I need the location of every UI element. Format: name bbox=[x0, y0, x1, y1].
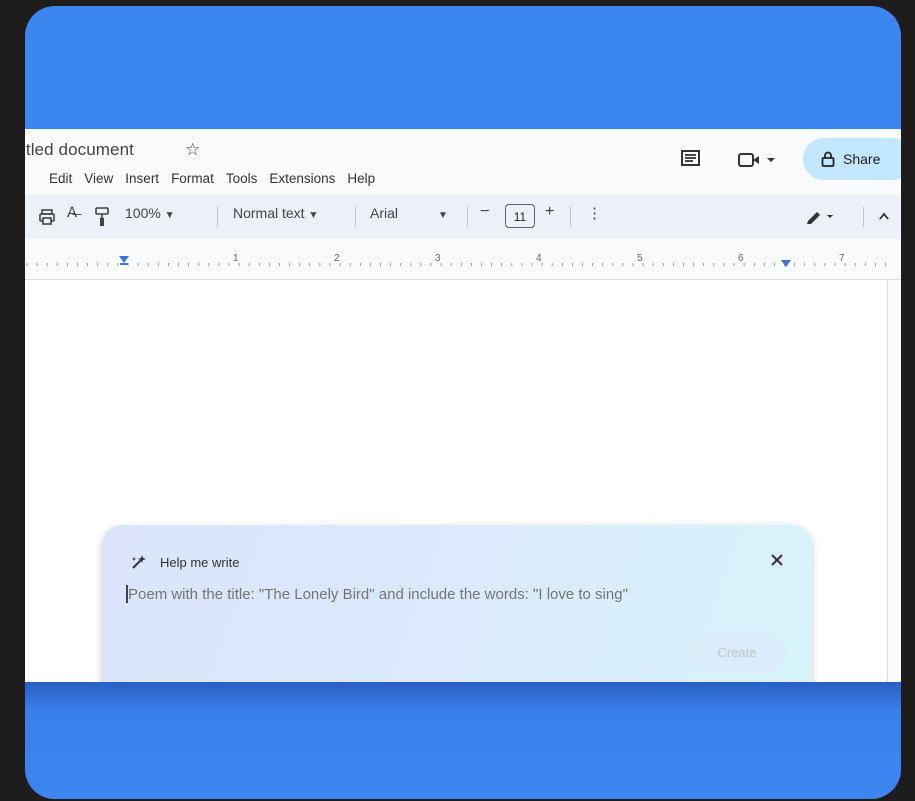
document-page[interactable]: Help me write Create bbox=[25, 280, 888, 701]
ruler-number: 3 bbox=[435, 253, 441, 264]
google-docs-window: itled document ☆ Edit View Insert Format… bbox=[25, 129, 901, 701]
menu-view[interactable]: View bbox=[78, 171, 119, 186]
zoom-select[interactable]: 100% ▼ bbox=[125, 205, 175, 221]
ruler-number: 7 bbox=[839, 253, 845, 264]
prompt-input[interactable] bbox=[128, 583, 768, 605]
ruler-number: 1 bbox=[233, 253, 239, 264]
comments-icon[interactable] bbox=[680, 149, 702, 169]
divider bbox=[355, 207, 356, 227]
ruler-scale: 1 2 3 4 5 6 7 bbox=[26, 253, 886, 267]
menu-edit[interactable]: Edit bbox=[43, 171, 78, 186]
style-select[interactable]: Normal text ▼ bbox=[233, 205, 318, 221]
share-button[interactable]: Share bbox=[803, 138, 901, 180]
zoom-value: 100% bbox=[125, 205, 161, 221]
chevron-down-icon: ▼ bbox=[308, 210, 319, 221]
chevron-down-icon: ▼ bbox=[164, 210, 175, 221]
screenshot-frame: itled document ☆ Edit View Insert Format… bbox=[25, 6, 901, 799]
divider bbox=[467, 207, 468, 227]
edit-mode-icon[interactable] bbox=[805, 207, 835, 225]
create-button[interactable]: Create bbox=[687, 633, 787, 673]
menu-insert[interactable]: Insert bbox=[119, 171, 165, 186]
help-me-write-panel: Help me write Create bbox=[102, 525, 812, 701]
menu-bar: Edit View Insert Format Tools Extensions… bbox=[43, 171, 381, 186]
style-value: Normal text bbox=[233, 205, 305, 221]
paint-format-icon[interactable] bbox=[95, 207, 109, 227]
ruler[interactable]: 1 2 3 4 5 6 7 bbox=[25, 239, 901, 280]
toolbar: A̶ 100% ▼ Normal text ▼ Arial ▼ − 11 + ⋮ bbox=[25, 195, 901, 239]
collapse-icon[interactable] bbox=[878, 211, 890, 221]
left-indent-marker[interactable] bbox=[119, 256, 129, 263]
print-icon[interactable] bbox=[39, 209, 55, 225]
menu-tools[interactable]: Tools bbox=[220, 171, 264, 186]
ruler-number: 2 bbox=[334, 253, 340, 264]
decrease-font-size-button[interactable]: − bbox=[480, 203, 489, 221]
share-label: Share bbox=[843, 151, 881, 167]
menu-extensions[interactable]: Extensions bbox=[263, 171, 341, 186]
font-value: Arial bbox=[370, 205, 399, 221]
right-indent-marker[interactable] bbox=[781, 260, 791, 267]
font-size-input[interactable]: 11 bbox=[505, 204, 535, 228]
increase-font-size-button[interactable]: + bbox=[545, 203, 554, 221]
divider bbox=[570, 207, 571, 227]
font-select[interactable]: Arial ▼ bbox=[370, 205, 448, 221]
lock-icon bbox=[821, 151, 835, 167]
close-icon[interactable] bbox=[768, 551, 786, 569]
chevron-down-icon: ▼ bbox=[438, 210, 448, 221]
title-bar: itled document ☆ Edit View Insert Format… bbox=[25, 129, 901, 195]
ruler-number: 4 bbox=[536, 253, 542, 264]
document-title[interactable]: itled document bbox=[25, 140, 134, 160]
divider bbox=[863, 207, 864, 227]
video-call-icon[interactable] bbox=[738, 151, 778, 169]
star-icon[interactable]: ☆ bbox=[185, 140, 200, 160]
more-options-icon[interactable]: ⋮ bbox=[587, 204, 602, 222]
ruler-number: 5 bbox=[637, 253, 643, 264]
first-line-indent-marker[interactable] bbox=[120, 263, 128, 265]
spellcheck-icon[interactable]: A̶ bbox=[67, 204, 77, 221]
menu-format[interactable]: Format bbox=[165, 171, 220, 186]
ruler-number: 6 bbox=[738, 253, 744, 264]
background-band bbox=[25, 682, 901, 799]
help-me-write-title: Help me write bbox=[160, 555, 240, 570]
sparkle-pen-icon bbox=[132, 555, 146, 569]
divider bbox=[217, 207, 218, 227]
menu-help[interactable]: Help bbox=[341, 171, 381, 186]
